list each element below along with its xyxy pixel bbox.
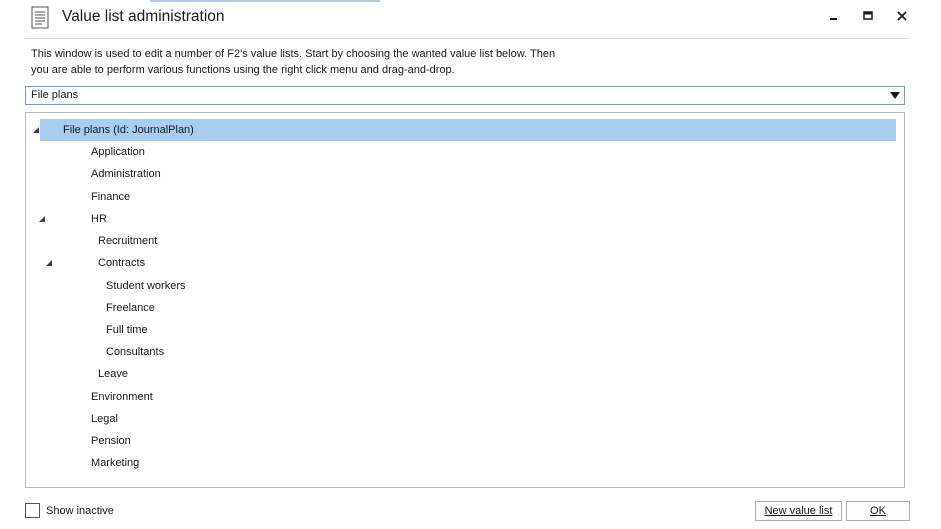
window-title: Value list administration — [62, 8, 225, 25]
title-separator — [25, 38, 910, 39]
document-list-icon — [30, 6, 50, 30]
title-bar: Value list administration — [0, 0, 941, 38]
value-list-select[interactable]: File plans — [25, 86, 905, 105]
dropdown-arrow-icon — [890, 92, 900, 99]
show-inactive-label: Show inactive — [46, 505, 114, 517]
expanded-arrow-icon[interactable] — [33, 127, 39, 133]
close-icon — [896, 9, 908, 27]
maximize-button[interactable] — [856, 6, 880, 30]
value-list-selected: File plans — [31, 89, 79, 101]
expanded-arrow-icon[interactable] — [39, 216, 45, 222]
tree-node-file-plans[interactable]: File plans (Id: JournalPlan) — [33, 119, 896, 141]
show-inactive-checkbox[interactable] — [25, 503, 40, 518]
description-line: This window is used to edit a number of … — [31, 48, 556, 60]
close-button[interactable] — [890, 6, 914, 30]
maximize-icon — [862, 9, 874, 27]
value-list-tree[interactable]: File plans (Id: JournalPlan) Application… — [25, 112, 905, 488]
minimize-button[interactable] — [821, 6, 845, 30]
new-value-list-button[interactable]: New value list — [755, 501, 842, 521]
ok-button[interactable]: OK — [846, 501, 910, 521]
expanded-arrow-icon[interactable] — [46, 260, 52, 266]
minimize-icon — [827, 9, 839, 27]
description-text: This window is used to edit a number of … — [31, 47, 591, 78]
description-line: you are able to perform various function… — [31, 63, 455, 76]
